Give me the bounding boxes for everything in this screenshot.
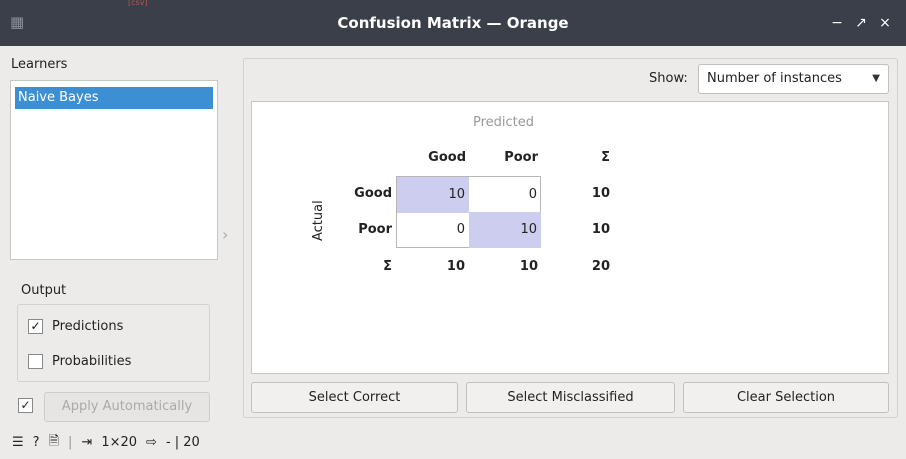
status-bar: ☰ ? 🗎 | ⇥ 1×20 ⇨ - | 20	[0, 426, 906, 459]
col-sum-poor: 10	[519, 259, 538, 274]
output-summary: - | 20	[165, 435, 200, 450]
row-header-sum: Σ	[383, 259, 392, 274]
apply-automatically-checkbox[interactable]: ✓	[18, 398, 33, 413]
clear-selection-button[interactable]: Clear Selection	[683, 382, 889, 413]
predicted-axis-label: Predicted	[473, 115, 535, 130]
row-header-good: Good	[354, 186, 392, 201]
matrix-cell-poor-good[interactable]: 0	[397, 212, 469, 248]
learners-heading: Learners	[11, 57, 68, 72]
show-dropdown-value: Number of instances	[707, 71, 842, 86]
confusion-matrix-area	[251, 101, 889, 374]
input-icon: ⇥	[81, 435, 93, 450]
col-sum-good: 10	[446, 259, 465, 274]
total-sum: 20	[591, 259, 610, 274]
row-sum-poor: 10	[591, 222, 610, 237]
window-title: Confusion Matrix — Orange	[337, 14, 569, 32]
apply-automatically-button[interactable]: Apply Automatically	[44, 392, 210, 422]
output-icon: ⇨	[146, 435, 157, 450]
chevron-right-icon[interactable]: ›	[222, 227, 238, 243]
report-icon[interactable]: 🗎	[49, 432, 59, 454]
learners-list[interactable]: Naive Bayes	[10, 80, 218, 260]
minimize-icon[interactable]: −	[828, 14, 846, 32]
learner-item-naive-bayes[interactable]: Naive Bayes	[15, 87, 213, 109]
row-sum-good: 10	[591, 186, 610, 201]
predictions-checkbox[interactable]: ✓	[28, 318, 43, 334]
column-header-poor: Poor	[504, 150, 538, 165]
output-heading: Output	[21, 283, 67, 298]
column-header-good: Good	[428, 150, 466, 165]
predictions-label: Predictions	[52, 318, 124, 334]
output-group: ✓ Predictions Probabilities	[17, 304, 210, 382]
actual-axis-label: Actual	[311, 200, 326, 241]
matrix-cell-good-poor[interactable]: 0	[469, 177, 541, 213]
column-header-sum: Σ	[601, 150, 610, 165]
select-correct-button[interactable]: Select Correct	[251, 382, 458, 413]
show-label: Show:	[649, 71, 688, 86]
show-dropdown[interactable]: Number of instances ▼	[698, 64, 889, 94]
title-bar: ▦ [csv] Confusion Matrix — Orange − ↗ ×	[0, 0, 906, 46]
close-icon[interactable]: ×	[876, 14, 894, 32]
predictions-option[interactable]: ✓ Predictions	[28, 317, 123, 335]
status-divider: |	[68, 435, 73, 450]
matrix-cell-good-good[interactable]: 10	[397, 177, 469, 213]
probabilities-checkbox[interactable]	[28, 353, 43, 369]
select-misclassified-button[interactable]: Select Misclassified	[466, 382, 675, 413]
probabilities-option[interactable]: Probabilities	[28, 352, 131, 370]
help-icon[interactable]: ?	[33, 435, 40, 450]
probabilities-label: Probabilities	[52, 353, 132, 369]
row-header-poor: Poor	[358, 222, 392, 237]
menu-icon[interactable]: ☰	[12, 435, 24, 450]
chevron-down-icon: ▼	[872, 73, 880, 84]
matrix-cell-poor-poor[interactable]: 10	[469, 212, 541, 248]
restore-icon[interactable]: ↗	[852, 14, 870, 32]
input-summary: 1×20	[101, 435, 138, 450]
